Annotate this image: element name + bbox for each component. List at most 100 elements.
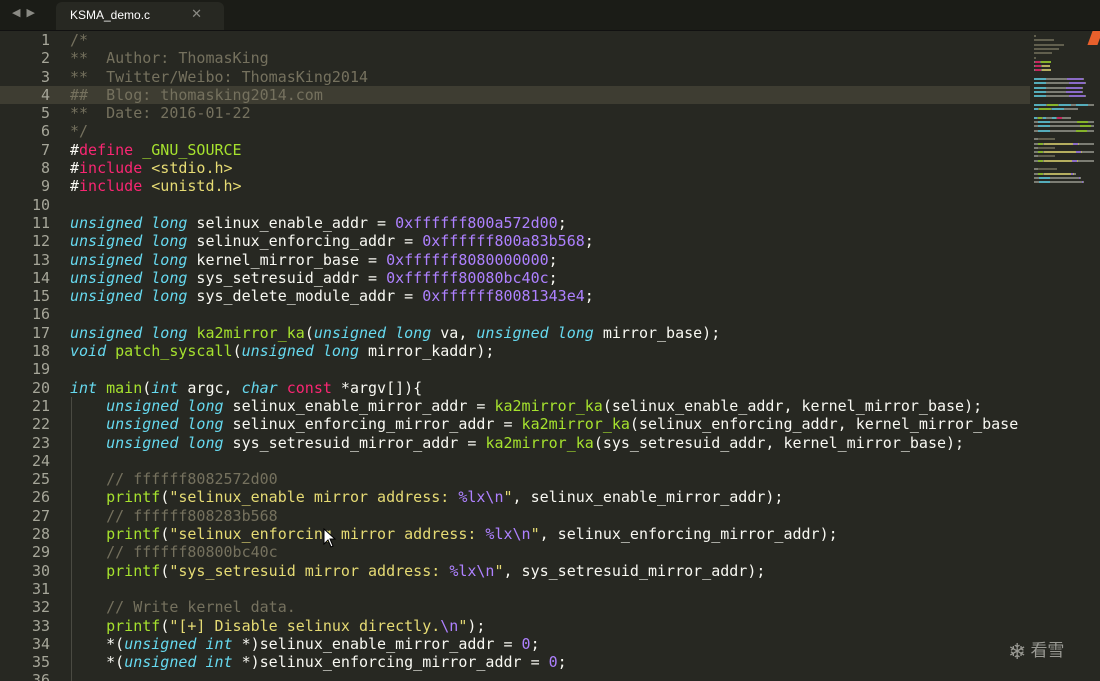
code-line[interactable]: 16 [0, 305, 1030, 323]
minimap-token [1044, 172, 1071, 175]
code-token: 0xffffff80081343e4 [422, 287, 585, 306]
minimap-token [1034, 82, 1046, 85]
code-line[interactable]: 31 [0, 579, 1030, 599]
code-line[interactable]: 27 // ffffff808283b568 [0, 506, 1030, 526]
minimap-token [1044, 151, 1076, 154]
back-arrow-icon[interactable]: ◀ [12, 6, 26, 19]
code-line[interactable]: 36 [0, 671, 1030, 681]
code-token: " [530, 525, 540, 544]
code-line[interactable]: 3 ** Twitter/Weibo: ThomasKing2014 [0, 68, 1030, 86]
line-number: 8 [40, 159, 50, 178]
code-line[interactable]: 6 */ [0, 122, 1030, 140]
code-line[interactable]: 9 #include <unistd.h> [0, 177, 1030, 195]
code-token: printf [106, 525, 161, 544]
code-line[interactable]: 13 unsigned long kernel_mirror_base = 0xf… [0, 251, 1030, 269]
close-icon[interactable]: ✕ [191, 7, 202, 22]
code-token: main [106, 378, 143, 397]
line-number: 27 [31, 506, 50, 525]
code-line[interactable]: 20 int main(int argc, char const *argv[])… [0, 379, 1030, 397]
code-line[interactable]: 17 unsigned long ka2mirror_ka(unsigned lo… [0, 324, 1030, 342]
code-line[interactable]: 30 printf("sys_setresuid mirror address:… [0, 561, 1030, 580]
forward-arrow-icon[interactable]: ▶ [26, 6, 40, 19]
code-line[interactable]: 12 unsigned long selinux_enforcing_addr =… [0, 232, 1030, 250]
code-text: *(unsigned int *)selinux_enforcing_mirro… [70, 653, 567, 671]
code-line[interactable]: 4 ## Blog: thomasking2014.com [0, 85, 1030, 105]
code-line[interactable]: 7 #define _GNU_SOURCE [0, 141, 1030, 159]
code-text: unsigned long selinux_enable_mirror_addr… [70, 397, 982, 415]
code-line[interactable]: 26 printf("selinux_enable mirror address… [0, 488, 1030, 507]
minimap-token [1080, 176, 1081, 179]
minimap-token [1039, 176, 1050, 179]
code-text: // Write kernel data. [70, 598, 296, 616]
minimap-token [1038, 138, 1055, 141]
code-token: ( [160, 561, 170, 580]
code-line[interactable]: 24 [0, 451, 1030, 471]
code-text: unsigned long selinux_enable_addr = 0xff… [70, 214, 567, 232]
code-line[interactable]: 34 *(unsigned int *)selinux_enable_mirro… [0, 634, 1030, 654]
code-token: ( [142, 378, 152, 397]
code-line[interactable]: 14 unsigned long sys_setresuid_addr = 0xf… [0, 269, 1030, 287]
code-text: ** Author: ThomasKing [70, 49, 269, 67]
code-line[interactable]: 1 /* [0, 31, 1030, 49]
code-line[interactable]: 25 // ffffff8082572d00 [0, 470, 1030, 489]
minimap-token [1034, 47, 1059, 50]
code-editor[interactable]: 1 /* 2 ** Author: ThomasKing 3 ** Twitter/Wei… [0, 31, 1030, 681]
code-token: "selinux_enable mirror address: [169, 488, 459, 507]
tab-label: KSMA_demo.c [70, 8, 151, 22]
code-token: ka2mirror_ka [196, 323, 305, 342]
minimap-token [1050, 181, 1082, 184]
code-line[interactable]: 32 // Write kernel data. [0, 598, 1030, 617]
code-line[interactable]: 15 unsigned long sys_delete_module_addr =… [0, 287, 1030, 305]
line-number: 11 [31, 213, 50, 232]
line-number: 13 [31, 250, 50, 269]
code-line[interactable]: 35 *(unsigned int *)selinux_enforcing_mi… [0, 653, 1030, 672]
code-line[interactable]: 10 [0, 196, 1030, 214]
code-token: define [79, 140, 134, 159]
minimap-token [1067, 78, 1083, 80]
code-line[interactable]: 28 printf("selinux_enforcing mirror addr… [0, 525, 1030, 544]
code-text: printf("selinux_enable mirror address: %… [70, 488, 783, 506]
code-token: ( [160, 616, 170, 635]
code-line[interactable]: 5 ** Date: 2016-01-22 [0, 104, 1030, 122]
minimap-token [1078, 159, 1094, 162]
code-line[interactable]: 11 unsigned long selinux_enable_addr = 0x… [0, 214, 1030, 232]
minimap-token [1083, 181, 1084, 184]
minimap-token [1046, 78, 1067, 80]
code-line[interactable]: 19 [0, 360, 1030, 378]
tab-ksma-demo[interactable]: KSMA_demo.c ✕ [56, 2, 224, 30]
code-token: unsigned long [106, 396, 224, 415]
code-line[interactable]: 22 unsigned long selinux_enforcing_mirro… [0, 415, 1030, 434]
code-token: # [70, 140, 80, 159]
code-line[interactable]: 18 void patch_syscall(unsigned long mirro… [0, 342, 1030, 360]
code-token: "[+] Disable selinux directly. [169, 616, 441, 635]
code-token: // ffffff80800bc40c [106, 543, 278, 562]
code-text: ## Blog: thomasking2014.com [70, 86, 323, 104]
code-token: unsigned long [70, 232, 188, 251]
code-token: selinux_enable_mirror_addr = [223, 396, 495, 415]
code-line[interactable]: 23 unsigned long sys_setresuid_mirror_ad… [0, 433, 1030, 452]
line-number: 3 [40, 67, 50, 86]
minimap[interactable] [1030, 31, 1100, 681]
minimap-token [1080, 125, 1091, 128]
code-token: *)selinux_enable_mirror_addr = [232, 634, 522, 653]
line-number: 26 [31, 488, 50, 507]
code-line[interactable]: 2 ** Author: ThomasKing [0, 49, 1030, 67]
line-number: 36 [31, 671, 50, 681]
code-token: void [70, 342, 107, 361]
code-token: <unistd.h> [151, 177, 242, 196]
code-line[interactable]: 8 #include <stdio.h> [0, 159, 1030, 177]
line-number: 10 [31, 195, 50, 214]
code-token: " [503, 488, 513, 507]
code-token: # [70, 177, 80, 196]
minimap-token [1062, 116, 1071, 119]
code-line[interactable]: 21 unsigned long selinux_enable_mirror_a… [0, 396, 1030, 416]
minimap-token [1038, 155, 1055, 158]
code-token: printf [106, 616, 161, 635]
minimap-token [1050, 176, 1079, 179]
code-token: unsigned int [124, 634, 233, 653]
code-line[interactable]: 33 printf("[+] Disable selinux directly.… [0, 616, 1030, 635]
code-line[interactable]: 29 // ffffff80800bc40c [0, 543, 1030, 562]
